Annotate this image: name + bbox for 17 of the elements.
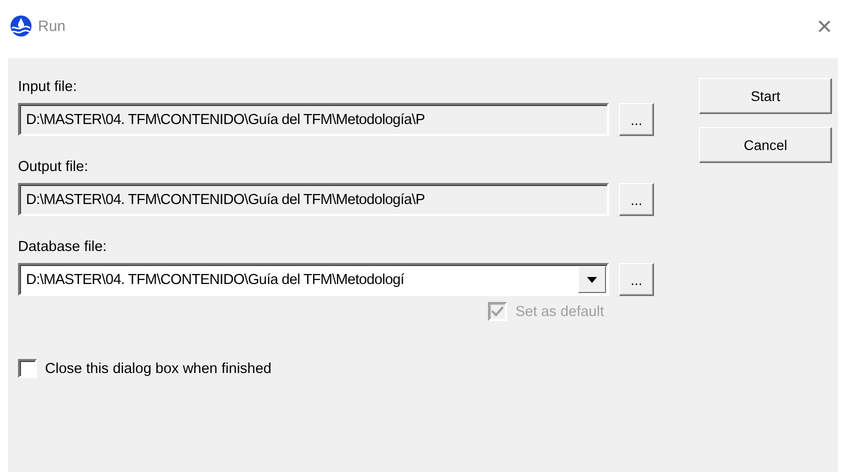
close-icon[interactable]: ×	[812, 10, 836, 42]
path-field[interactable]: D:\MASTER\04. TFM\CONTENIDO\Guía del TFM\Metodología\P	[18, 103, 609, 136]
checkbox-label: Set as default	[515, 304, 604, 320]
start-button[interactable]: Start	[699, 78, 832, 114]
path-dropdown[interactable]: D:\MASTER\04. TFM\CONTENIDO\Guía del TFM\Metodologí	[18, 263, 609, 296]
field-label: Input file:	[18, 79, 77, 95]
browse-button[interactable]: ...	[619, 103, 654, 136]
browse-button[interactable]: ...	[619, 263, 654, 296]
cancel-button[interactable]: Cancel	[699, 127, 832, 163]
field-label: Database file:	[18, 239, 107, 255]
browse-button[interactable]: ...	[619, 183, 654, 216]
checkbox-label: Close this dialog box when finished	[45, 360, 272, 376]
checkbox[interactable]	[18, 359, 37, 378]
window-title: Run	[38, 18, 66, 34]
app-logo-icon	[10, 15, 32, 37]
path-field[interactable]: D:\MASTER\04. TFM\CONTENIDO\Guía del TFM\Metodología\P	[18, 183, 609, 216]
field-label: Output file:	[18, 159, 88, 175]
